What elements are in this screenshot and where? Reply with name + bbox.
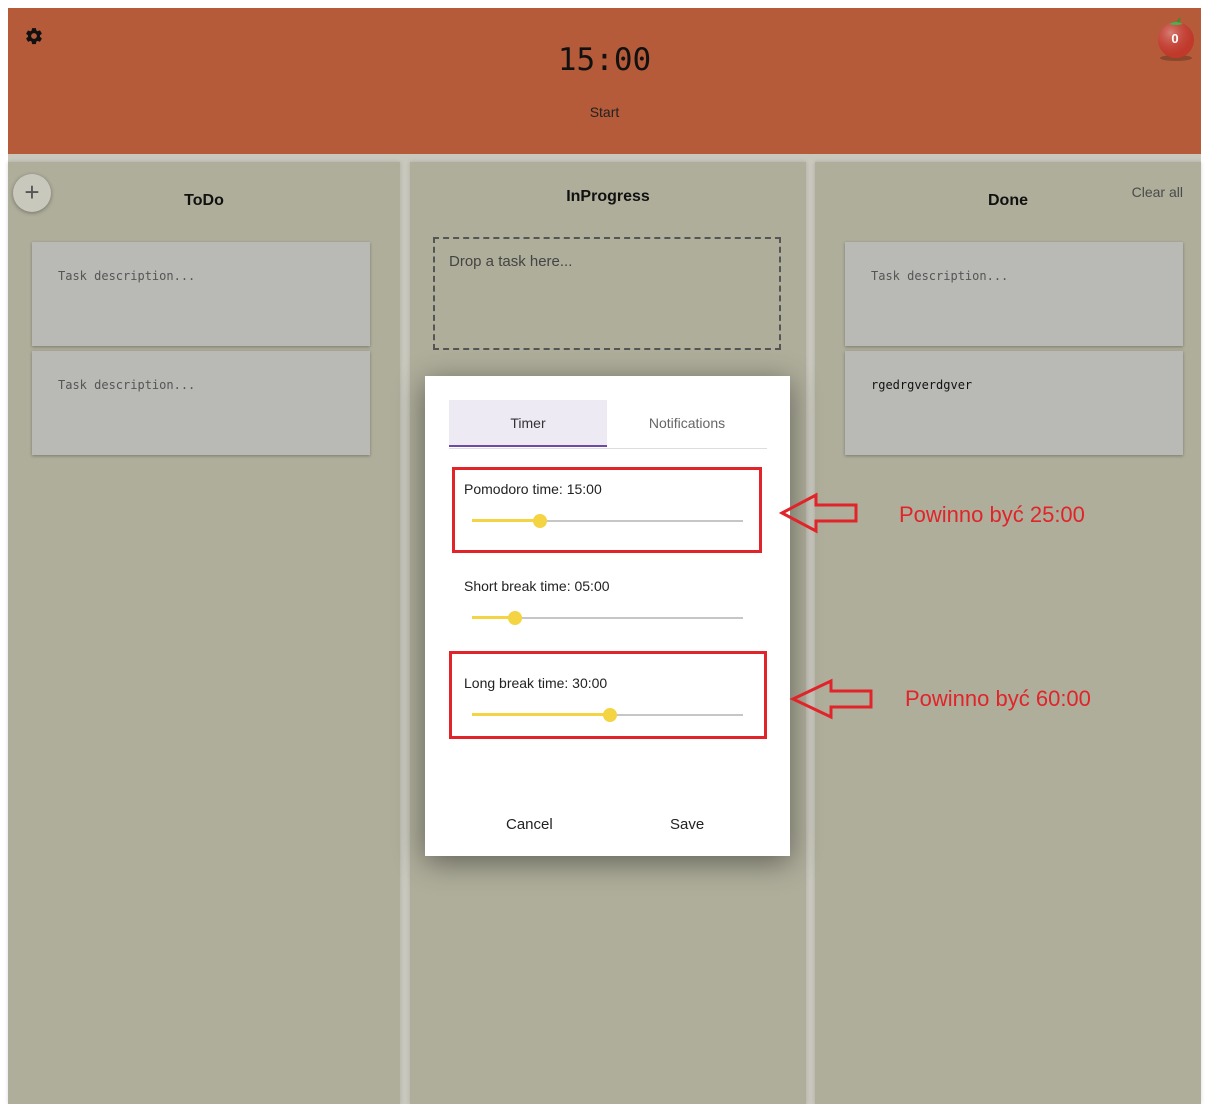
settings-dialog: Timer Notifications Pomodoro time: 15:00… [425,376,790,856]
task-dropzone[interactable]: Drop a task here... [433,237,781,350]
column-todo: + ToDo Task description... Task descript… [8,162,400,1104]
task-card[interactable]: Task description... [32,242,370,346]
annotation-box-pomodoro [452,467,762,553]
annotation-box-long-break [449,651,767,739]
column-title-todo: ToDo [184,192,224,209]
arrow-left-icon [789,678,873,720]
task-card[interactable]: rgedrgverdgver [845,351,1183,455]
tab-timer[interactable]: Timer [449,400,607,447]
timer-display: 15:00 [557,42,652,78]
start-button[interactable]: Start [8,104,1201,120]
column-title-inprogress: InProgress [566,188,650,205]
tomato-count: 0 [1171,31,1179,46]
annotation-note-long-break: Powinno być 60:00 [905,686,1091,711]
arrow-left-icon [778,492,858,534]
task-card[interactable]: Task description... [845,242,1183,346]
annotation-note-pomodoro: Powinno być 25:00 [899,502,1085,527]
save-button[interactable]: Save [670,816,704,833]
short-break-time-slider[interactable] [472,611,743,625]
short-break-time-label: Short break time: 05:00 [464,578,610,594]
task-card[interactable]: Task description... [32,351,370,455]
column-done: Clear all Done Task description... rgedr… [815,162,1201,1104]
column-title-done: Done [988,192,1028,209]
settings-tabs: Timer Notifications [449,400,767,449]
cancel-button[interactable]: Cancel [506,816,553,833]
app-header: 15:00 Start 0 [8,8,1201,154]
tomato-counter: 0 [1156,18,1200,64]
slider-thumb[interactable] [508,611,523,625]
tab-notifications[interactable]: Notifications [608,400,766,447]
